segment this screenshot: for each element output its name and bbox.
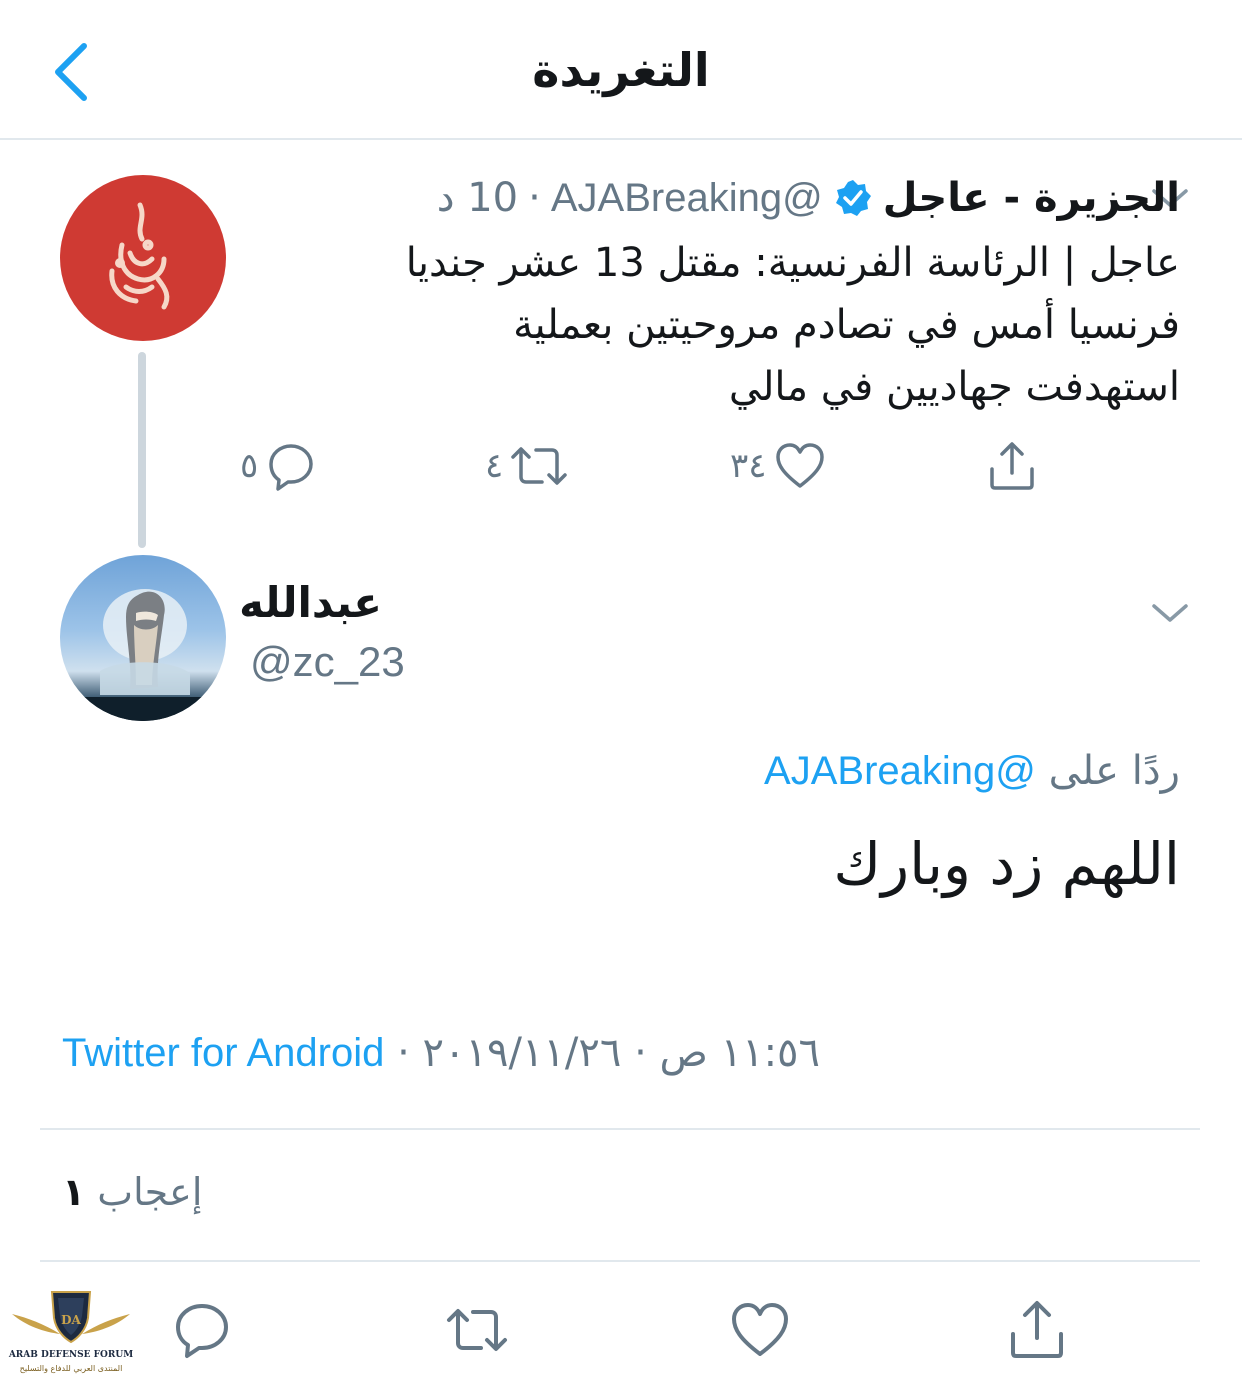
tweet-author-handle[interactable]: @AJABreaking — [551, 176, 823, 221]
aljazeera-avatar[interactable] — [60, 175, 226, 341]
watermark-title: ARAB DEFENSE FORUM — [8, 1350, 134, 1360]
reply-author-name[interactable]: عبدالله — [239, 578, 382, 627]
watermark-subtitle: المنتدى العربي للدفاع والتسليح — [19, 1364, 123, 1373]
tweet-author-name[interactable]: الجزيرة - عاجل — [883, 175, 1180, 221]
reply-tweet-text: اللهم زد وبارك — [833, 830, 1180, 898]
retweet-icon — [511, 447, 568, 485]
replying-to-prefix: ردًا على — [1048, 748, 1180, 794]
tweet-text-line: استهدفت جهاديين في مالي — [728, 364, 1180, 410]
retweet-count: ٤ — [485, 446, 504, 486]
divider — [40, 1260, 1200, 1262]
retweet-action[interactable]: ٤ — [485, 436, 569, 496]
tweet-source-link[interactable]: Twitter for Android — [62, 1031, 384, 1075]
replying-to-link[interactable]: @AJABreaking — [764, 749, 1036, 793]
replying-to-line: ردًا على @AJABreaking — [764, 748, 1180, 794]
tweet-time: 10 د — [436, 175, 519, 221]
verified-badge-icon — [835, 180, 871, 216]
header-bar: التغريدة — [0, 0, 1242, 140]
separator-dot: · — [634, 1030, 647, 1076]
reply-count: ٥ — [240, 446, 259, 486]
aljazeera-logo-icon — [109, 202, 170, 310]
user-avatar[interactable] — [60, 555, 226, 721]
shark-photo — [60, 589, 226, 721]
chevron-down-icon[interactable] — [1150, 600, 1190, 626]
watermark-logo: DA ARAB DEFENSE FORUM المنتدى العربي للد… — [8, 1284, 134, 1380]
share-icon[interactable] — [1005, 1298, 1069, 1362]
share-icon — [990, 442, 1034, 490]
reply-action[interactable]: ٥ — [240, 436, 318, 496]
tweet-date: ٢٠١٩/١١/٢٦ — [422, 1030, 622, 1076]
tweet-meta: Twitter for Android · ٢٠١٩/١١/٢٦ · ١١:٥٦… — [62, 1030, 962, 1076]
page-title: التغريدة — [532, 43, 710, 97]
tweet-header: الجزيرة - عاجل @AJABreaking · 10 د — [240, 168, 1180, 228]
likes-number: ١ — [62, 1170, 86, 1214]
separator-dot: · — [397, 1030, 410, 1076]
reply-icon[interactable] — [170, 1298, 234, 1362]
forum-emblem-icon: DA — [12, 1291, 130, 1344]
separator-dot: · — [528, 175, 541, 221]
divider — [40, 1128, 1200, 1130]
like-icon[interactable] — [728, 1298, 792, 1362]
thread-connector-line — [138, 352, 146, 548]
retweet-icon[interactable] — [445, 1298, 509, 1362]
tweet-text-line: عاجل | الرئاسة الفرنسية: مقتل 13 عشر جند… — [405, 240, 1180, 286]
tweet-timestamp: ١١:٥٦ ص — [659, 1030, 821, 1076]
reply-author-handle[interactable]: @zc_23 — [250, 638, 405, 686]
like-action[interactable]: ٣٤ — [730, 436, 827, 496]
likes-label: إعجاب — [97, 1170, 203, 1214]
tweet-text-line: فرنسيا أمس في تصادم مروحيتين بعملية — [513, 302, 1180, 348]
like-icon — [775, 443, 824, 488]
share-action[interactable] — [985, 436, 1039, 496]
like-count: ٣٤ — [730, 446, 767, 486]
watermark-badge-text: DA — [61, 1313, 81, 1327]
tweet-text: عاجل | الرئاسة الفرنسية: مقتل 13 عشر جند… — [250, 232, 1180, 418]
reply-icon — [269, 444, 314, 491]
likes-summary[interactable]: إعجاب ١ — [62, 1170, 202, 1214]
